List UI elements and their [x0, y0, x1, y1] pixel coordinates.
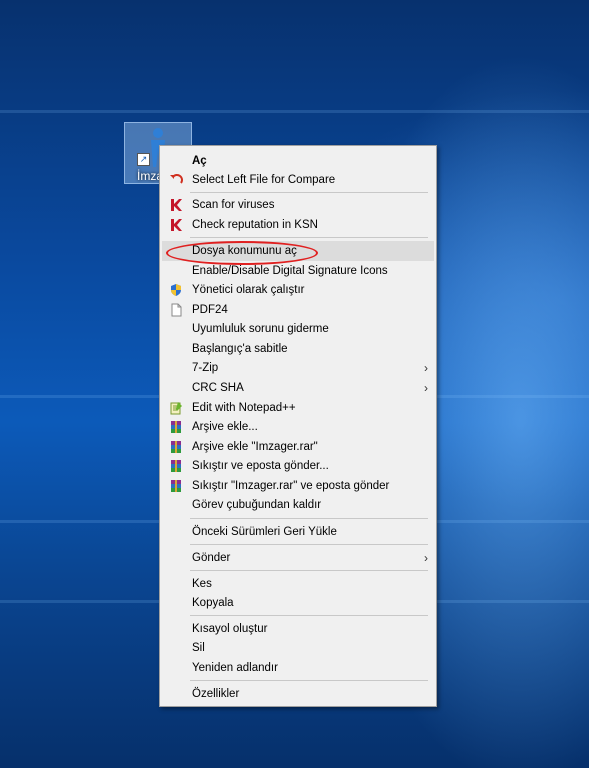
menu-item-label: Gönder [192, 552, 231, 564]
menu-item-open[interactable]: Aç [162, 151, 434, 171]
menu-separator [190, 570, 428, 571]
compare-arrow-icon [170, 174, 183, 184]
menu-separator [190, 680, 428, 681]
menu-item-label: Sıkıştır ve eposta gönder... [192, 460, 329, 472]
menu-separator [190, 518, 428, 519]
menu-item-cut[interactable]: Kes [162, 574, 434, 594]
menu-item-open-file-location[interactable]: Dosya konumunu aç [162, 241, 434, 261]
notepad-plus-icon [170, 402, 182, 415]
menu-separator [190, 615, 428, 616]
menu-separator [190, 192, 428, 193]
menu-item-pin-to-start[interactable]: Başlangıç'a sabitle [162, 339, 434, 359]
winrar-icon [171, 441, 181, 453]
menu-item-label: Yeniden adlandır [192, 662, 278, 674]
menu-item-digital-signature-icons[interactable]: Enable/Disable Digital Signature Icons [162, 261, 434, 281]
kaspersky-icon [171, 219, 182, 231]
menu-item-label: Select Left File for Compare [192, 174, 336, 186]
menu-item-scan-viruses[interactable]: Scan for viruses [162, 195, 434, 215]
menu-item-edit-notepadpp[interactable]: Edit with Notepad++ [162, 398, 434, 418]
context-menu: Aç Select Left File for Compare Scan for… [159, 145, 437, 707]
uac-shield-icon [171, 284, 181, 296]
menu-item-label: 7-Zip [192, 362, 219, 374]
menu-item-send-to[interactable]: Gönder › [162, 548, 434, 568]
menu-item-compress-and-email[interactable]: Sıkıştır ve eposta gönder... [162, 456, 434, 476]
menu-item-rename[interactable]: Yeniden adlandır [162, 658, 434, 678]
menu-item-7zip[interactable]: 7-Zip › [162, 358, 434, 378]
winrar-icon [171, 480, 181, 492]
menu-item-restore-previous-versions[interactable]: Önceki Sürümleri Geri Yükle [162, 522, 434, 542]
menu-item-label: Check reputation in KSN [192, 219, 318, 231]
menu-item-compress-named-and-email[interactable]: Sıkıştır "Imzager.rar" ve eposta gönder [162, 476, 434, 496]
menu-item-label: Arşive ekle "Imzager.rar" [192, 441, 318, 453]
menu-item-label: CRC SHA [192, 382, 244, 394]
menu-item-label: Kopyala [192, 597, 234, 609]
chevron-right-icon: › [424, 361, 428, 375]
menu-separator [190, 544, 428, 545]
menu-item-copy[interactable]: Kopyala [162, 593, 434, 613]
menu-item-properties[interactable]: Özellikler [162, 684, 434, 704]
menu-item-crc-sha[interactable]: CRC SHA › [162, 378, 434, 398]
menu-item-label: Kısayol oluştur [192, 623, 268, 635]
menu-item-label: Sıkıştır "Imzager.rar" ve eposta gönder [192, 480, 390, 492]
menu-item-label: Dosya konumunu aç [192, 245, 297, 257]
chevron-right-icon: › [424, 381, 428, 395]
menu-item-add-to-named-archive[interactable]: Arşive ekle "Imzager.rar" [162, 437, 434, 457]
document-icon [171, 303, 182, 317]
menu-item-label: Enable/Disable Digital Signature Icons [192, 265, 388, 277]
winrar-icon [171, 421, 181, 433]
menu-item-label: Başlangıç'a sabitle [192, 343, 288, 355]
menu-item-label: Sil [192, 642, 205, 654]
menu-item-label: Yönetici olarak çalıştır [192, 284, 305, 296]
menu-item-create-shortcut[interactable]: Kısayol oluştur [162, 619, 434, 639]
menu-item-label: Görev çubuğundan kaldır [192, 499, 322, 511]
kaspersky-icon [171, 199, 182, 211]
menu-item-label: Arşive ekle... [192, 421, 258, 433]
menu-item-label: Kes [192, 578, 212, 590]
menu-item-label: PDF24 [192, 304, 228, 316]
menu-item-label: Edit with Notepad++ [192, 402, 296, 414]
menu-item-add-to-archive[interactable]: Arşive ekle... [162, 417, 434, 437]
menu-item-label: Aç [192, 155, 207, 167]
menu-item-run-as-admin[interactable]: Yönetici olarak çalıştır [162, 280, 434, 300]
menu-item-troubleshoot-compat[interactable]: Uyumluluk sorunu giderme [162, 319, 434, 339]
winrar-icon [171, 460, 181, 472]
menu-separator [190, 237, 428, 238]
menu-item-unpin-taskbar[interactable]: Görev çubuğundan kaldır [162, 495, 434, 515]
menu-item-check-reputation[interactable]: Check reputation in KSN [162, 215, 434, 235]
menu-item-label: Uyumluluk sorunu giderme [192, 323, 329, 335]
chevron-right-icon: › [424, 551, 428, 565]
menu-item-select-left-compare[interactable]: Select Left File for Compare [162, 170, 434, 190]
menu-item-label: Özellikler [192, 688, 240, 700]
menu-item-pdf24[interactable]: PDF24 [162, 300, 434, 320]
menu-item-label: Scan for viruses [192, 199, 275, 211]
menu-item-label: Önceki Sürümleri Geri Yükle [192, 526, 337, 538]
shortcut-arrow-icon: ↗ [137, 153, 150, 166]
menu-item-delete[interactable]: Sil [162, 638, 434, 658]
